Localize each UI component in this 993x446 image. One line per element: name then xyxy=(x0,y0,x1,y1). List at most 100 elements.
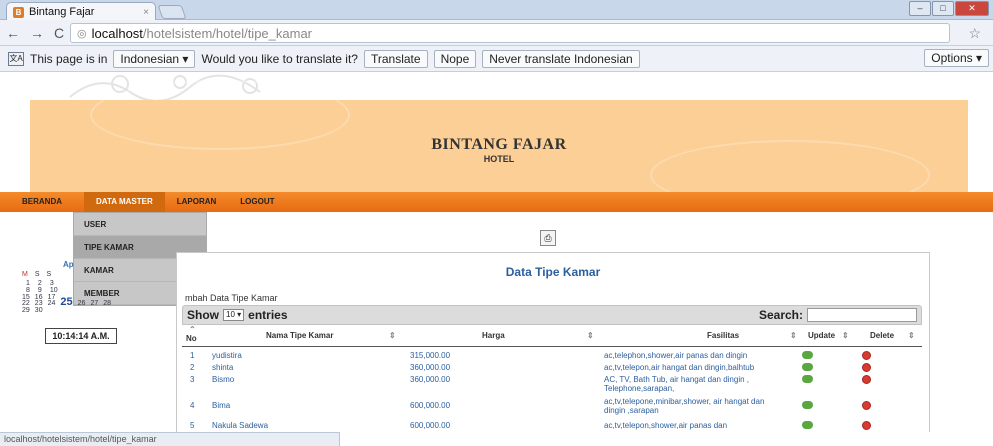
bookmark-star-icon[interactable]: ☆ xyxy=(968,25,981,42)
brand-subtitle: HOTEL xyxy=(483,154,515,164)
calendar-day[interactable]: 24 xyxy=(48,300,56,308)
calendar-month: Ap xyxy=(63,260,74,269)
table-header: No ⌃ Nama Tipe Kamar ⇕ Harga ⇕ Fasilitas… xyxy=(182,325,922,347)
options-button[interactable]: Options ▾ xyxy=(924,49,989,67)
url-host: localhost xyxy=(91,25,143,41)
back-icon[interactable]: ← xyxy=(6,25,20,41)
tab-close-icon[interactable]: × xyxy=(143,7,149,18)
entries-select[interactable]: 10 ▾ xyxy=(223,309,245,321)
calendar-week: 1 2 3 xyxy=(22,280,54,287)
maximize-button[interactable]: □ xyxy=(932,1,954,16)
status-bar: localhost/hotelsistem/hotel/tipe_kamar xyxy=(0,432,340,446)
cell-fasilitas: AC, TV, Bath Tub, air hangat dan dingin … xyxy=(604,375,749,393)
nope-button[interactable]: Nope xyxy=(433,49,477,68)
panel-title: Data Tipe Kamar xyxy=(505,265,601,279)
day-header: S xyxy=(46,271,52,278)
clock-display: 10:14:14 A.M. xyxy=(45,328,117,344)
calendar-day[interactable]: 26 xyxy=(78,300,86,308)
header-banner: BINTANG FAJAR HOTEL xyxy=(30,80,968,210)
show-label: Show xyxy=(187,308,219,322)
main-menu: BERANDA DATA MASTER LAPORAN LOGOUT xyxy=(0,192,993,212)
menu-item-laporan[interactable]: LAPORAN xyxy=(165,192,229,212)
calendar-day[interactable]: 27 xyxy=(90,300,98,308)
dropdown-item-user[interactable]: USER xyxy=(74,213,206,236)
cell-nama: Bismo xyxy=(212,375,235,384)
site-brand: BINTANG FAJAR HOTEL xyxy=(30,136,968,164)
menu-item-beranda[interactable]: BERANDA xyxy=(10,192,74,212)
cell-no: 1 xyxy=(190,351,195,360)
translate-infobar: 文A This page is in Indonesian ▾ Would yo… xyxy=(0,46,993,72)
calendar-day[interactable]: 9 xyxy=(38,287,42,294)
col-delete[interactable]: Delete xyxy=(870,331,894,340)
update-icon[interactable] xyxy=(802,401,813,409)
browser-tab[interactable]: B Bintang Fajar × xyxy=(6,2,156,21)
search-label: Search: xyxy=(758,308,803,322)
delete-icon[interactable] xyxy=(862,351,871,360)
sort-icon[interactable]: ⇕ xyxy=(389,331,396,340)
delete-icon[interactable] xyxy=(862,375,871,384)
delete-icon[interactable] xyxy=(862,421,871,430)
update-icon[interactable] xyxy=(802,351,813,359)
close-window-button[interactable]: ✕ xyxy=(955,1,989,16)
sort-icon[interactable]: ⇕ xyxy=(587,331,594,340)
data-panel: Data Tipe Kamar mbah Data Tipe Kamar Sho… xyxy=(176,252,930,432)
cell-no: 4 xyxy=(190,401,195,410)
forward-icon[interactable]: → xyxy=(30,25,44,41)
calendar-day[interactable]: 1 xyxy=(26,280,30,287)
navigation-bar: ← → C ◎ localhost/hotelsistem/hotel/tipe… xyxy=(0,20,993,46)
cell-harga: 360,000.00 xyxy=(410,363,451,372)
reload-icon[interactable]: C xyxy=(54,25,64,41)
col-update[interactable]: Update xyxy=(808,331,835,340)
cell-nama: yudistira xyxy=(212,351,242,360)
sort-icon[interactable]: ⇕ xyxy=(842,331,849,340)
col-harga[interactable]: Harga xyxy=(482,331,505,340)
address-bar[interactable]: ◎ localhost/hotelsistem/hotel/tipe_kamar xyxy=(70,23,950,43)
cell-harga: 600,000.00 xyxy=(410,421,451,430)
calendar-day[interactable]: 28 xyxy=(103,300,111,308)
window-controls: – □ ✕ xyxy=(909,1,989,16)
menu-item-data-master[interactable]: DATA MASTER xyxy=(84,192,165,212)
add-room-type-link[interactable]: mbah Data Tipe Kamar xyxy=(185,293,278,303)
update-icon[interactable] xyxy=(802,421,813,429)
delete-icon[interactable] xyxy=(862,363,871,372)
sort-icon[interactable]: ⌃ xyxy=(189,325,196,334)
sort-icon[interactable]: ⇕ xyxy=(908,331,915,340)
calendar-day[interactable]: 29 xyxy=(22,307,30,314)
sort-icon[interactable]: ⇕ xyxy=(790,331,797,340)
calendar-week: 29 30 xyxy=(22,307,43,314)
calendar-week: 8 9 10 xyxy=(22,287,58,294)
col-no[interactable]: No xyxy=(186,334,197,343)
cell-no: 5 xyxy=(190,421,195,430)
update-icon[interactable] xyxy=(802,375,813,383)
cell-fasilitas: ac,tv,telepon,air hangat dan dingin,balh… xyxy=(604,363,755,372)
translate-button[interactable]: Translate xyxy=(363,49,428,68)
new-tab-button[interactable] xyxy=(157,5,187,19)
cell-no: 2 xyxy=(190,363,195,372)
url-path: /hotelsistem/hotel/tipe_kamar xyxy=(142,25,313,41)
print-pdf-icon[interactable]: ⎙ xyxy=(540,230,556,246)
calendar-day[interactable]: 2 xyxy=(38,280,42,287)
cell-nama: shinta xyxy=(212,363,234,372)
day-header: S xyxy=(34,271,40,278)
calendar-day[interactable]: 3 xyxy=(50,280,54,287)
search-input[interactable] xyxy=(807,308,917,322)
minimize-button[interactable]: – xyxy=(909,1,931,16)
col-fasilitas[interactable]: Fasilitas xyxy=(707,331,739,340)
search-control: Search: xyxy=(759,308,917,322)
delete-icon[interactable] xyxy=(862,401,871,410)
col-nama-tipe-kamar[interactable]: Nama Tipe Kamar xyxy=(266,331,333,340)
cell-harga: 360,000.00 xyxy=(410,375,451,384)
menu-item-logout[interactable]: LOGOUT xyxy=(228,192,286,212)
calendar-day-headers: M S S xyxy=(22,271,51,278)
cell-fasilitas: ac,tv,telepone,minibar,shower, air hanga… xyxy=(604,397,765,415)
calendar-today[interactable]: 25 xyxy=(60,296,72,308)
update-icon[interactable] xyxy=(802,363,813,371)
calendar-day[interactable]: 30 xyxy=(35,307,43,314)
translate-question: Would you like to translate it? xyxy=(201,51,358,66)
language-select[interactable]: Indonesian ▾ xyxy=(113,49,196,68)
cell-nama: Nakula Sadewa xyxy=(212,421,269,430)
never-translate-button[interactable]: Never translate Indonesian xyxy=(482,49,640,68)
datatable-toolbar: Show 10 ▾ entries Search: xyxy=(182,305,922,325)
calendar-day[interactable]: 10 xyxy=(50,287,58,294)
calendar-day[interactable]: 8 xyxy=(26,287,30,294)
